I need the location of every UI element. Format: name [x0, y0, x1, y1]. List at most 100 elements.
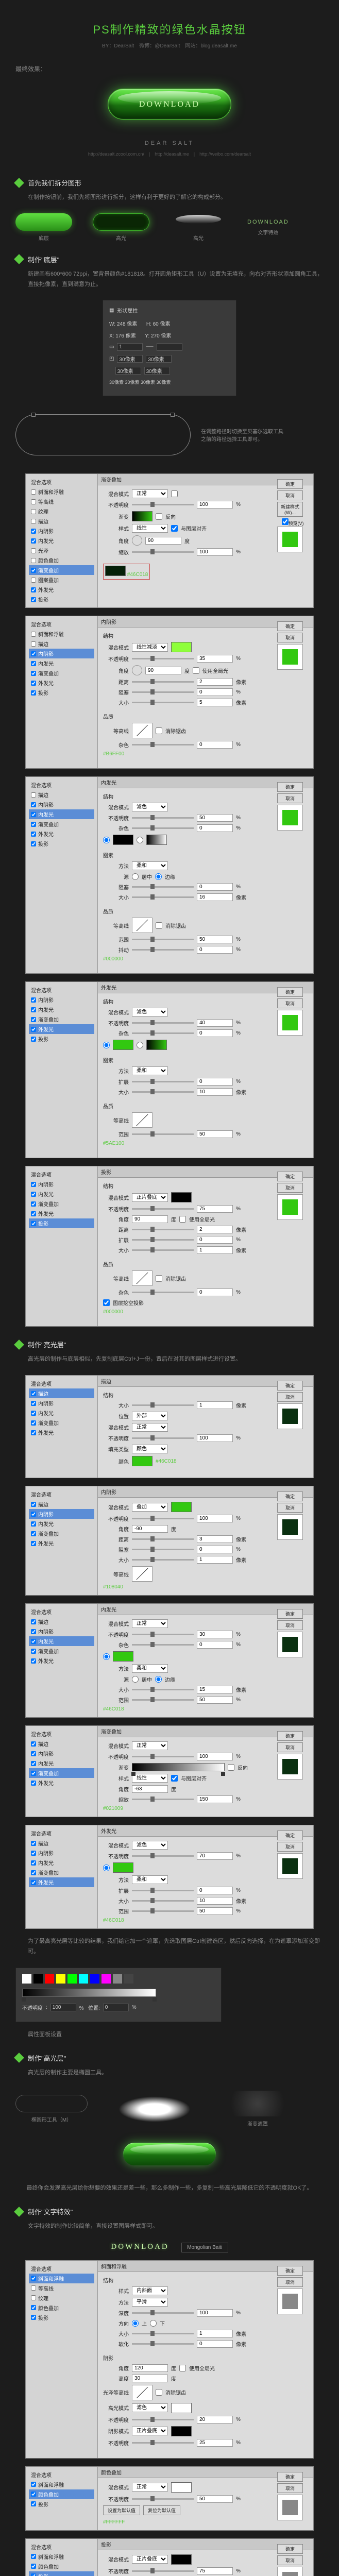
c[interactable] — [31, 1502, 36, 1507]
input[interactable] — [197, 824, 233, 832]
c[interactable] — [31, 2554, 36, 2559]
ok-button[interactable]: 确定 — [277, 1609, 303, 1619]
gradient-bar[interactable] — [132, 1763, 225, 1771]
input[interactable] — [197, 1887, 233, 1894]
input[interactable] — [197, 946, 233, 954]
gradient-swatch[interactable] — [132, 511, 152, 521]
input[interactable] — [197, 814, 233, 822]
sel[interactable]: 柔和 — [132, 1875, 168, 1884]
c[interactable] — [31, 2315, 36, 2320]
align-check[interactable] — [171, 525, 178, 532]
sel[interactable]: 平滑 — [132, 2298, 168, 2307]
blend-select[interactable]: 正常 — [132, 489, 168, 498]
slider[interactable] — [132, 504, 194, 505]
color-swatch[interactable] — [132, 1456, 152, 1466]
blend-select[interactable]: 线性减淡(添加) — [132, 643, 168, 652]
input[interactable] — [197, 1852, 233, 1860]
cancel-button[interactable]: 取消 — [277, 1620, 303, 1630]
input[interactable] — [197, 1641, 233, 1649]
input[interactable] — [197, 1535, 233, 1543]
c[interactable] — [31, 1027, 36, 1032]
ls-item[interactable]: 渐变叠加 — [38, 566, 59, 574]
c[interactable] — [31, 1221, 36, 1226]
c[interactable] — [31, 2295, 36, 2300]
slider[interactable] — [132, 551, 194, 553]
input[interactable] — [197, 1546, 233, 1553]
gradient-editor-bar[interactable] — [22, 1989, 156, 1997]
sel[interactable]: 正常 — [132, 1619, 168, 1628]
c[interactable] — [31, 2492, 36, 2497]
contour-picker[interactable] — [132, 723, 152, 738]
cancel-button[interactable]: 取消 — [277, 2555, 303, 2565]
ls-check[interactable] — [31, 671, 36, 676]
ls-check[interactable] — [31, 641, 36, 647]
c[interactable] — [179, 2365, 186, 2371]
input[interactable] — [197, 1907, 233, 1915]
ls-item[interactable]: 颜色叠加 — [38, 556, 59, 564]
angle-dial[interactable] — [132, 535, 142, 546]
c[interactable] — [31, 1649, 36, 1654]
ls-check[interactable] — [31, 690, 36, 696]
c[interactable] — [31, 1658, 36, 1664]
r[interactable] — [103, 1865, 110, 1871]
c[interactable] — [179, 1216, 186, 1223]
cancel-button[interactable]: 取消 — [277, 2277, 303, 2287]
c[interactable] — [31, 1017, 36, 1022]
cancel-button[interactable]: 取消 — [277, 490, 303, 500]
input[interactable] — [197, 1226, 233, 1233]
c[interactable] — [31, 1841, 36, 1846]
input[interactable] — [197, 699, 233, 706]
sel[interactable]: 叠加 — [132, 1503, 168, 1512]
c[interactable] — [31, 1851, 36, 1856]
c[interactable] — [31, 1182, 36, 1187]
ls-check[interactable] — [31, 597, 36, 602]
ls-check[interactable] — [31, 651, 36, 656]
sel[interactable]: 正常 — [132, 2483, 168, 2492]
c[interactable] — [31, 1401, 36, 1406]
c[interactable] — [31, 1531, 36, 1536]
ls-check[interactable] — [31, 792, 36, 798]
cancel-button[interactable]: 取消 — [277, 1842, 303, 1852]
input[interactable] — [197, 1029, 233, 1037]
c[interactable] — [156, 2389, 162, 2396]
r[interactable] — [132, 873, 139, 880]
input[interactable] — [197, 883, 233, 891]
ok-button[interactable]: 确定 — [277, 479, 303, 489]
input[interactable] — [197, 1696, 233, 1704]
ls-check[interactable] — [31, 681, 36, 686]
cancel-button[interactable]: 取消 — [277, 1503, 303, 1513]
ls-item[interactable]: 描边 — [38, 517, 48, 525]
radius-tr[interactable] — [146, 355, 172, 363]
sel[interactable]: 柔和 — [132, 1664, 168, 1673]
radius-br[interactable] — [144, 367, 170, 375]
c[interactable] — [31, 2564, 36, 2569]
c[interactable] — [31, 1430, 36, 1435]
cancel-button[interactable]: 取消 — [277, 1392, 303, 1402]
c[interactable] — [31, 2501, 36, 2506]
anti-check[interactable] — [156, 727, 162, 734]
cancel-button[interactable]: 取消 — [277, 793, 303, 803]
input[interactable] — [132, 2364, 168, 2372]
ok-button[interactable]: 确定 — [277, 621, 303, 631]
input[interactable] — [197, 1434, 233, 1442]
input[interactable] — [197, 1078, 233, 1086]
angle-input[interactable] — [145, 537, 181, 545]
btn[interactable]: 复位为默认值 — [143, 2505, 180, 2515]
ls-check[interactable] — [31, 822, 36, 827]
cancel-button[interactable]: 取消 — [277, 2483, 303, 2493]
ls-item[interactable]: 图案叠加 — [38, 576, 59, 584]
c[interactable] — [31, 2305, 36, 2310]
ls-item[interactable]: 内发光 — [38, 537, 54, 545]
ls-item[interactable]: 内阴影 — [38, 527, 54, 535]
c[interactable] — [31, 1860, 36, 1866]
input[interactable] — [197, 2495, 233, 2503]
input[interactable] — [132, 1525, 168, 1533]
cancel-button[interactable]: 取消 — [277, 1742, 303, 1752]
sel[interactable]: 正常 — [132, 1741, 168, 1750]
input[interactable] — [132, 2375, 168, 2382]
cancel-button[interactable]: 取消 — [277, 1183, 303, 1193]
input[interactable] — [197, 1088, 233, 1096]
ls-check[interactable] — [31, 558, 36, 563]
ok-button[interactable]: 确定 — [277, 2472, 303, 2482]
c[interactable] — [103, 1299, 110, 1306]
